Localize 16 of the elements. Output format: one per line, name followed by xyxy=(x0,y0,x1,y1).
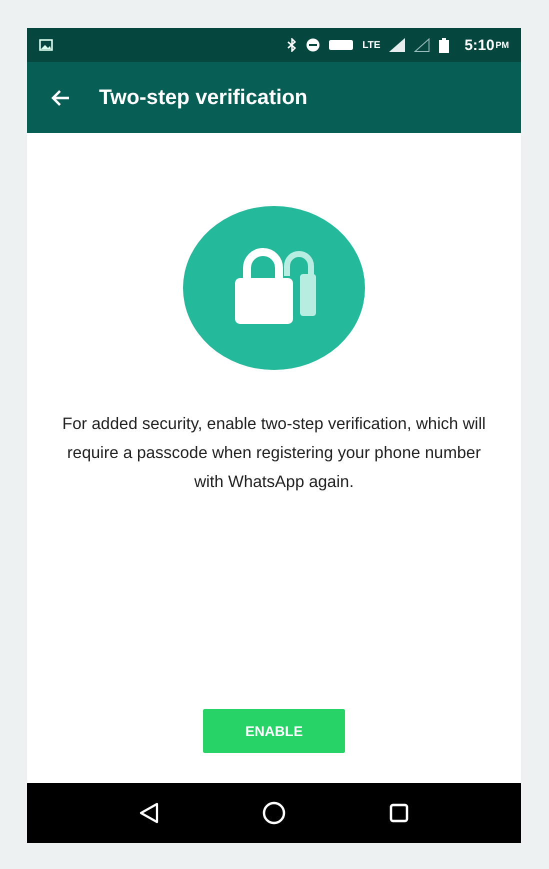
clock-suffix: PM xyxy=(496,40,509,50)
signal-icon xyxy=(389,38,406,52)
signal-icon xyxy=(414,38,430,52)
enable-button[interactable]: ENABLE xyxy=(203,709,345,753)
bluetooth-icon xyxy=(287,38,298,52)
do-not-disturb-icon xyxy=(306,38,320,52)
home-icon[interactable] xyxy=(262,801,286,825)
clock: 5:10 xyxy=(464,36,494,54)
screen-title: Two-step verification xyxy=(99,86,308,110)
network-type: LTE xyxy=(362,40,380,50)
recents-icon[interactable] xyxy=(389,803,410,823)
back-icon[interactable] xyxy=(138,802,159,824)
image-icon xyxy=(39,39,53,51)
battery-icon xyxy=(439,38,450,52)
description-text: For added security, enable two-step verification, which will require a passcode when registering your phone number with WhatsApp again. xyxy=(61,414,487,493)
lock-icon xyxy=(183,206,365,370)
